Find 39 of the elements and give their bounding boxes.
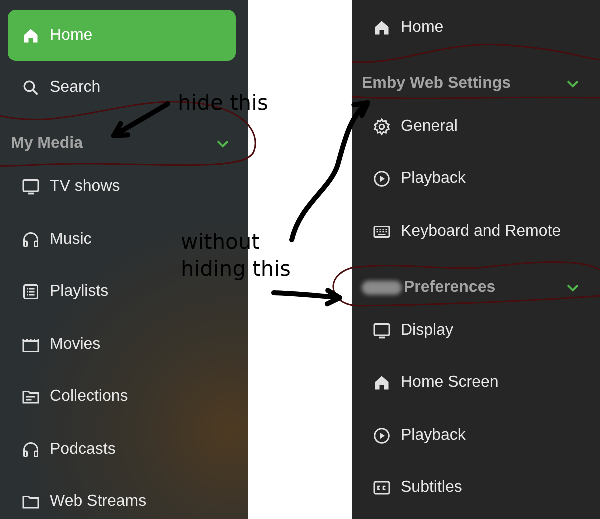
sidebar-item[interactable]: Search [8, 62, 115, 114]
home-icon [22, 26, 40, 44]
play-icon [373, 426, 391, 444]
sidebar-item[interactable]: Keyboard and Remote [352, 206, 576, 257]
sidebar-item[interactable]: Music [8, 214, 106, 265]
home-icon [373, 374, 391, 392]
sidebar-item[interactable]: Home Screen [352, 358, 513, 408]
folder-icon [22, 493, 40, 511]
section-header: Preferences [404, 278, 496, 297]
headphones-icon [22, 440, 40, 458]
arrow [272, 288, 342, 307]
sidebar-item[interactable]: Playlists [8, 266, 123, 318]
chevron-icon[interactable] [566, 282, 580, 293]
section-header: Emby Web Settings [362, 74, 512, 93]
sidebar-item[interactable]: Web Streams [8, 476, 161, 519]
monitor-icon [373, 322, 391, 340]
sidebar-item[interactable]: Collections [8, 372, 142, 422]
sidebar-item[interactable]: TV shows [8, 162, 134, 212]
chevron-icon[interactable] [216, 139, 230, 150]
sidebar-item[interactable]: Display [352, 305, 468, 356]
play-icon [373, 170, 391, 188]
monitor-icon [22, 178, 40, 196]
sidebar-item[interactable]: General [352, 101, 472, 152]
section-header: My Media [11, 135, 84, 154]
home-icon [373, 18, 391, 36]
search-icon [22, 79, 40, 97]
folder-icon [22, 388, 40, 406]
sidebar-item[interactable]: Playback [352, 154, 480, 204]
sidebar-item[interactable]: Home [352, 2, 458, 53]
sidebar-item[interactable]: Movies [8, 319, 115, 370]
subtitles-icon [373, 479, 391, 497]
sidebar-item[interactable]: Subtitles [352, 462, 476, 514]
headphones-icon [22, 230, 40, 248]
list-icon [22, 283, 40, 301]
chevron-icon[interactable] [566, 78, 580, 89]
sidebar-item[interactable]: Playback [352, 410, 480, 461]
gear-icon [373, 118, 391, 136]
arrow [112, 102, 170, 138]
sidebar-item[interactable]: Podcasts [8, 424, 130, 475]
